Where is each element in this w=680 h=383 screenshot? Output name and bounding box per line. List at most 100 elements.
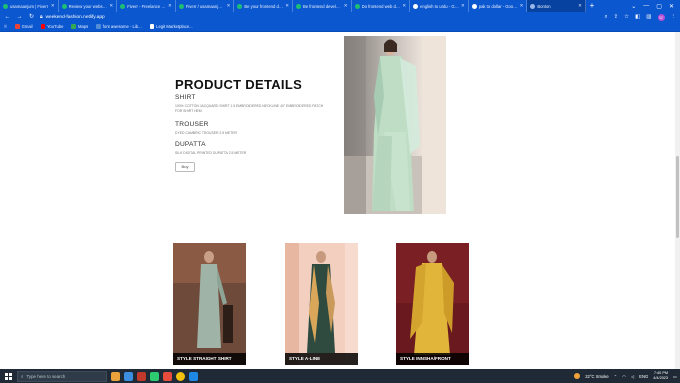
product-card-innsha-front[interactable]: STYLE INNSHA/FRONT <box>396 243 469 365</box>
bookmark-item[interactable]: Gmail <box>15 24 33 29</box>
close-window-icon[interactable]: ✕ <box>669 3 674 10</box>
dropdown-icon[interactable]: ⌄ <box>631 3 636 10</box>
new-tab-button[interactable]: + <box>586 0 598 12</box>
tab-title: usamaanjum | Fiverr <box>10 3 49 9</box>
tab-close-icon[interactable]: ✕ <box>578 3 582 9</box>
profile-avatar[interactable]: U <box>657 13 665 21</box>
browser-tab[interactable]: Do frontend web dev... ✕ <box>352 0 411 12</box>
language-indicator[interactable]: ENG <box>639 374 648 379</box>
fiverr-icon <box>61 3 67 9</box>
fiverr-icon <box>237 3 243 9</box>
tab-title: Fiverr / usamaanjum... <box>185 3 225 9</box>
tab-title: Review your website c... <box>68 3 108 9</box>
bookmark-item[interactable]: YouTube <box>40 24 63 29</box>
tab-close-icon[interactable]: ✕ <box>51 3 55 9</box>
bookmark-label: Maps <box>77 24 89 29</box>
search-icon: ⌕ <box>21 373 24 379</box>
product-card-straight-shirt[interactable]: STYLE STRAIGHT SHIRT <box>173 243 246 365</box>
tab-close-icon[interactable]: ✕ <box>402 3 406 9</box>
tab-title: Be your frontend dev... <box>244 3 284 9</box>
browser-toolbar: ← → ↻ 🔒︎ weekend-fashion.netlify.app ⌕ ⇪… <box>0 12 680 22</box>
bookmarks-bar: ⠿ Gmail YouTube Maps font awesome - Lib... Le… <box>0 22 680 32</box>
bookmark-item[interactable]: Maps <box>71 24 88 29</box>
tray-arrow-icon[interactable]: ⌃ <box>614 374 618 379</box>
browser-tab[interactable]: Be frontend develope...✕ <box>293 0 352 12</box>
address-bar[interactable]: 🔒︎ weekend-fashion.netlify.app <box>40 14 105 21</box>
tab-strip: usamaanjum | Fiverr ✕ Review your website … <box>0 0 680 12</box>
apps-grid-icon[interactable]: ⠿ <box>4 24 7 29</box>
tab-close-icon[interactable]: ✕ <box>344 3 348 9</box>
wifi-icon[interactable]: ◠ <box>622 374 626 379</box>
clock-date: 4/4/2023 <box>653 376 669 380</box>
lock-icon: 🔒︎ <box>40 15 43 20</box>
page-scrollbar[interactable] <box>675 32 680 369</box>
browser-tab[interactable]: Be your frontend dev... ✕ <box>234 0 293 12</box>
search-placeholder: Type here to search <box>26 373 66 379</box>
zoom-icon[interactable]: ⌕ <box>604 14 607 21</box>
bookmark-icon <box>40 24 46 29</box>
weather-text[interactable]: 22°C Smoke <box>585 374 609 379</box>
browser-tab[interactable]: english to urdu - Goo... ✕ <box>410 0 469 12</box>
tab-close-icon[interactable]: ✕ <box>227 3 231 9</box>
back-icon[interactable]: ← <box>4 12 11 22</box>
tab-close-icon[interactable]: ✕ <box>520 3 524 9</box>
bookmark-item[interactable]: font awesome - Lib... <box>96 24 142 29</box>
shirt-description: 100% COTTON JACQUARD SHIRT 1.5 EMBROIDER… <box>175 104 324 113</box>
reload-icon[interactable]: ↻ <box>28 12 35 22</box>
window-controls: ⌄ — ▢ ✕ <box>631 0 680 12</box>
browser-tab[interactable]: Fiverr - Freelance Serv...✕ <box>117 0 176 12</box>
tab-title: Bonton <box>537 3 551 9</box>
browser-tab[interactable]: pak to dollar - Google...✕ <box>469 0 528 12</box>
tab-close-icon[interactable]: ✕ <box>461 3 465 9</box>
browser-tab[interactable]: Fiverr / usamaanjum... ✕ <box>176 0 235 12</box>
tab-close-icon[interactable]: ✕ <box>109 3 113 9</box>
card-image <box>396 243 469 365</box>
toolbar-actions: ⌕ ⇪ ☆ ◧ ▥ U ⋮ <box>604 13 677 21</box>
windows-start-icon[interactable] <box>3 371 13 381</box>
buy-button[interactable]: Buy <box>175 162 195 172</box>
taskbar-search[interactable]: ⌕ Type here to search <box>17 370 107 382</box>
card-label: STYLE INNSHA/FRONT <box>396 353 469 365</box>
bookmark-icon <box>15 24 20 29</box>
extensions-icon[interactable]: ◧ <box>635 14 640 20</box>
bookmark-icon <box>71 24 76 29</box>
chrome-icon[interactable] <box>176 371 185 381</box>
card-image <box>285 243 358 365</box>
forward-icon[interactable]: → <box>16 12 23 22</box>
url-text: weekend-fashion.netlify.app <box>45 14 105 20</box>
app-icon[interactable] <box>163 371 172 381</box>
fiverr-icon <box>120 3 126 9</box>
system-tray: 22°C Smoke ⌃ ◠ ◁ ENG 7:40 PM 4/4/2023 ▭ <box>574 371 677 381</box>
bookmark-icon <box>96 24 101 29</box>
media-icon[interactable] <box>137 371 146 381</box>
browser-tab[interactable]: Bonton ✕ <box>527 0 586 12</box>
volume-icon[interactable]: ◁ <box>631 374 634 379</box>
browser-tab[interactable]: usamaanjum | Fiverr ✕ <box>0 0 59 12</box>
bookmark-label: font awesome - Lib... <box>102 24 142 29</box>
file-explorer-icon[interactable] <box>111 371 120 381</box>
vscode-icon[interactable] <box>189 371 198 381</box>
store-icon[interactable] <box>150 371 159 381</box>
product-card-a-line[interactable]: STYLE A-LINE <box>285 243 358 365</box>
minimize-icon[interactable]: — <box>643 3 649 9</box>
bookmark-star-icon[interactable]: ☆ <box>624 14 629 20</box>
trouser-heading: TROUSER <box>175 121 209 128</box>
share-icon[interactable]: ⇪ <box>614 14 619 20</box>
bookmark-item[interactable]: Legit Marketplace... <box>149 24 193 29</box>
card-label: STYLE STRAIGHT SHIRT <box>173 353 246 365</box>
clock[interactable]: 7:40 PM 4/4/2023 <box>653 371 668 381</box>
tab-close-icon[interactable]: ✕ <box>168 3 172 9</box>
browser-tab[interactable]: Review your website c...✕ <box>59 0 118 12</box>
bookmark-label: Legit Marketplace... <box>156 24 193 29</box>
card-label: STYLE A-LINE <box>285 353 358 365</box>
menu-icon[interactable]: ⋮ <box>671 14 677 20</box>
scrollbar-thumb[interactable] <box>676 156 679 238</box>
tab-close-icon[interactable]: ✕ <box>285 3 289 9</box>
mail-icon[interactable] <box>124 371 133 381</box>
model-illustration <box>344 36 446 214</box>
sidepanel-icon[interactable]: ▥ <box>646 14 651 20</box>
card-image <box>173 243 246 365</box>
maximize-icon[interactable]: ▢ <box>656 3 662 10</box>
notifications-icon[interactable]: ▭ <box>673 374 677 379</box>
dupatta-description: SILK DIGITAL PRINTED DUPATTA 2.5 METER <box>175 151 247 155</box>
